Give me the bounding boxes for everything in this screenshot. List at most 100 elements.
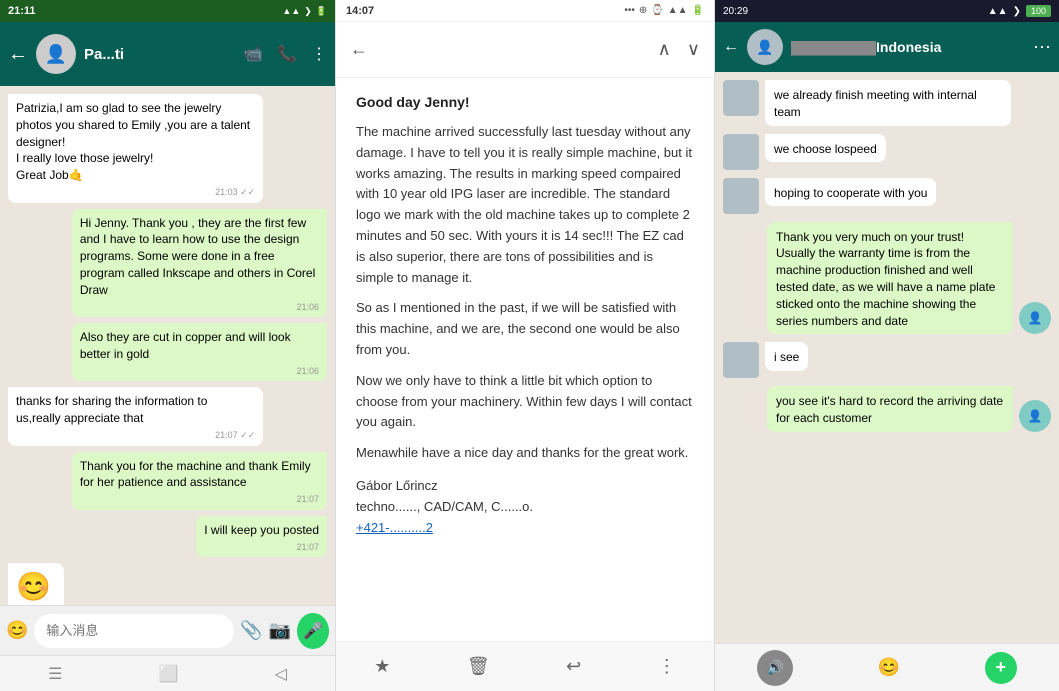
message-bubble: Also they are cut in copper and will loo… [72,323,327,381]
message-bubble: we choose lospeed [765,134,886,163]
message-text: Patrizia,I am so glad to see the jewelry… [16,101,250,182]
panel3-back-icon[interactable]: ← [723,38,739,56]
message-bubble: hoping to cooperate with you [765,178,936,207]
bookmark-icon[interactable]: ★ [374,656,390,677]
message-bubble: 😊 21:07 ✓✓ [8,563,64,605]
panel3-messages-list: we already finish meeting with internal … [715,72,1059,643]
email-signature: Gábor Lőrincz techno......, CAD/CAM, C..… [356,476,694,538]
message-text: we already finish meeting with internal … [774,88,977,119]
emoji-button[interactable]: 😊 [878,657,900,678]
message-row: we choose lospeed [723,134,1051,170]
email-footer: ★ 🗑 ↩ ⋮ [336,641,714,691]
sender-company: techno......, CAD/CAM, C......o. [356,497,694,518]
panel3-header: ← 👤 ██████████Indonesia ⋯ [715,22,1059,72]
message-bubble: Patrizia,I am so glad to see the jewelry… [8,94,263,203]
sender-avatar: 👤 [1019,400,1051,432]
email-greeting: Good day Jenny! [356,94,694,110]
message-row: you see it's hard to record the arriving… [723,386,1051,432]
reply-icon[interactable]: ↩ [566,656,581,677]
attach-button[interactable]: 📎 [240,620,262,641]
panel3-status-bar: 20:29 ▲▲ ❯ 100 [715,0,1059,22]
more-options-icon[interactable]: ⋮ [311,44,327,64]
down-arrow-icon[interactable]: ∨ [687,39,700,60]
message-text: Thank you very much on your trust!Usuall… [776,230,995,328]
message-time: 21:03 ✓✓ [16,186,255,199]
panel2-status-bar: 14:07 ••• ⊕ ⌚ ▲▲ 🔋 [336,0,714,22]
sender-phone: +421-..........2 [356,518,694,539]
message-time: 21:07 [204,541,319,554]
message-text: Hi Jenny. Thank you , they are the first… [80,216,315,297]
battery-icon: 🔋 [316,6,327,17]
message-time: 21:06 [80,365,319,378]
wifi-icon: ❯ [304,6,312,17]
home-icon[interactable]: ⬜ [159,664,179,684]
panel3-whatsapp-right: 20:29 ▲▲ ❯ 100 ← 👤 ██████████Indonesia ⋯… [715,0,1059,691]
emoji-button[interactable]: 😊 [6,620,28,641]
signal-icon: ▲▲ [668,5,688,16]
message-row: i see [723,342,1051,378]
panel3-contact-name: ██████████Indonesia [791,39,1025,55]
wifi-icon: ❯ [1013,6,1021,17]
voice-record-button[interactable]: 🔊 [757,650,793,686]
sender-thumbnail [723,80,759,116]
message-bubble: I will keep you posted 21:07 [196,516,327,557]
message-time: 21:06 [80,301,319,314]
contact-name: Pa...ti [84,46,235,63]
message-bubble: we already finish meeting with internal … [765,80,1011,126]
panel3-avatar: 👤 [747,29,783,65]
camera-button[interactable]: 📷 [269,620,291,641]
panel1-status-bar: 21:11 ▲▲ ❯ 🔋 [0,0,335,22]
signal-icon: ▲▲ [988,6,1008,17]
panel1-whatsapp-left: 21:11 ▲▲ ❯ 🔋 ← 👤 Pa...ti 📹 📞 ⋮ Patrizia,… [0,0,335,691]
battery-icon: 🔋 [692,5,704,16]
sender-thumbnail [723,134,759,170]
message-bubble: you see it's hard to record the arriving… [767,386,1013,432]
add-button[interactable]: + [985,652,1017,684]
message-input-bar: 😊 📎 📷 🎤 [0,605,335,655]
panel2-status-icons: ••• ⊕ ⌚ ▲▲ 🔋 [624,5,704,16]
notification-icon: ⊕ [639,5,647,16]
panel3-time: 20:29 [723,6,748,17]
message-row: Thank you very much on your trust!Usuall… [723,222,1051,335]
battery-icon: 100 [1026,5,1051,17]
message-bubble: thanks for sharing the information to us… [8,387,263,445]
panel1-time: 21:11 [8,5,36,17]
bottom-navigation: ☰ ⬜ ◁ [0,655,335,691]
contact-info: Pa...ti [84,46,235,63]
more-options-icon[interactable]: ⋮ [658,656,676,677]
message-bubble: Thank you for the machine and thank Emil… [72,452,327,510]
message-time: 21:07 [80,493,319,506]
message-bubble: Thank you very much on your trust!Usuall… [767,222,1013,335]
video-call-icon[interactable]: 📹 [243,44,263,64]
message-row: we already finish meeting with internal … [723,80,1051,126]
message-bubble: Hi Jenny. Thank you , they are the first… [72,209,327,318]
panel3-more-icon[interactable]: ⋯ [1033,37,1051,58]
delete-icon[interactable]: 🗑 [467,656,490,677]
back-nav-icon[interactable]: ◁ [275,664,287,684]
back-icon[interactable]: ← [8,43,28,66]
message-text: I will keep you posted [204,523,319,537]
message-bubble: i see [765,342,808,371]
email-paragraph-3: Now we only have to think a little bit w… [356,371,694,433]
message-text: you see it's hard to record the arriving… [776,394,1003,425]
avatar: 👤 [36,34,76,74]
header-action-icons: 📹 📞 ⋮ [243,44,327,64]
voice-message-button[interactable]: 🎤 [297,613,329,649]
menu-icon[interactable]: ☰ [48,664,62,684]
email-back-icon[interactable]: ← [350,39,368,60]
panel3-footer: 🔊 😊 + [715,643,1059,691]
up-arrow-icon[interactable]: ∧ [658,39,671,60]
sender-thumbnail [723,178,759,214]
panel2-time: 14:07 [346,5,374,17]
email-paragraph-2: So as I mentioned in the past, if we wil… [356,298,694,360]
panel1-header: ← 👤 Pa...ti 📹 📞 ⋮ [0,22,335,86]
sender-avatar: 👤 [1019,302,1051,334]
message-input[interactable] [34,614,234,648]
panel2-email: 14:07 ••• ⊕ ⌚ ▲▲ 🔋 ← ∧ ∨ Good day Jenny!… [335,0,715,691]
dots-icon: ••• [624,5,635,16]
panel3-status-icons: ▲▲ ❯ 100 [988,5,1051,17]
phone-call-icon[interactable]: 📞 [277,44,297,64]
message-time: 21:07 ✓✓ [16,429,255,442]
email-paragraph-4: Menawhile have a nice day and thanks for… [356,443,694,464]
message-emoji: 😊 [16,571,51,602]
